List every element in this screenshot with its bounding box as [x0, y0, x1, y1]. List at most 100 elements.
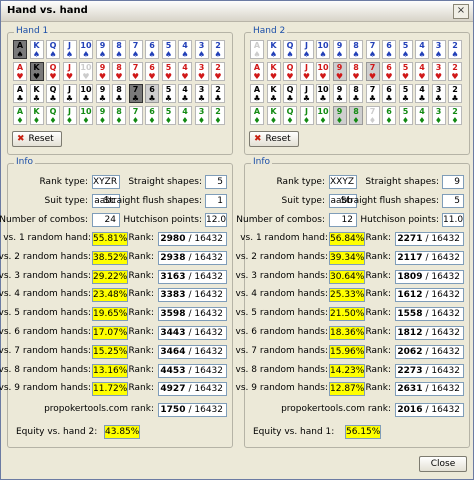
card-toggle[interactable]: 10 ♠: [79, 40, 93, 59]
card-toggle[interactable]: 7 ♥: [365, 62, 380, 81]
card-toggle[interactable]: J ♦: [62, 106, 77, 125]
card-toggle[interactable]: K ♣: [266, 84, 281, 103]
card-toggle[interactable]: 4 ♥: [415, 62, 429, 81]
card-toggle[interactable]: 10 ♣: [79, 84, 93, 103]
card-toggle[interactable]: 10 ♠: [316, 40, 330, 59]
card-toggle[interactable]: 7 ♥: [128, 62, 143, 81]
card-toggle[interactable]: 8 ♥: [112, 62, 126, 81]
card-toggle[interactable]: 9 ♠: [95, 40, 110, 59]
card-toggle[interactable]: 9 ♣: [95, 84, 110, 103]
card-toggle[interactable]: 9 ♠: [332, 40, 347, 59]
hand2-reset-button[interactable]: ✖ Reset: [249, 131, 299, 147]
card-toggle[interactable]: 10 ♣: [316, 84, 330, 103]
card-toggle[interactable]: K ♠: [29, 40, 44, 59]
card-toggle[interactable]: 4 ♣: [415, 84, 429, 103]
card-toggle[interactable]: 9 ♥: [332, 62, 347, 81]
title-bar[interactable]: Hand vs. hand ×: [1, 1, 473, 22]
card-toggle[interactable]: J ♠: [299, 40, 314, 59]
card-toggle[interactable]: J ♥: [62, 62, 77, 81]
card-toggle[interactable]: 5 ♠: [398, 40, 413, 59]
card-toggle[interactable]: 5 ♦: [161, 106, 176, 125]
card-toggle[interactable]: K ♦: [29, 106, 44, 125]
card-toggle[interactable]: 9 ♦: [332, 106, 347, 125]
card-toggle[interactable]: 2 ♣: [448, 84, 462, 103]
card-toggle[interactable]: J ♣: [62, 84, 77, 103]
card-toggle[interactable]: Q ♠: [46, 40, 60, 59]
card-toggle[interactable]: Q ♣: [46, 84, 60, 103]
card-toggle[interactable]: A ♠: [250, 40, 264, 59]
card-toggle[interactable]: 3 ♣: [194, 84, 209, 103]
card-toggle[interactable]: Q ♣: [283, 84, 297, 103]
card-toggle[interactable]: 7 ♦: [365, 106, 380, 125]
card-toggle[interactable]: 8 ♦: [112, 106, 126, 125]
card-toggle[interactable]: 4 ♠: [415, 40, 429, 59]
card-toggle[interactable]: 4 ♥: [178, 62, 192, 81]
card-toggle[interactable]: 4 ♠: [178, 40, 192, 59]
card-toggle[interactable]: 6 ♦: [382, 106, 396, 125]
card-toggle[interactable]: 5 ♥: [161, 62, 176, 81]
card-toggle[interactable]: 6 ♠: [145, 40, 159, 59]
card-toggle[interactable]: 5 ♣: [398, 84, 413, 103]
card-toggle[interactable]: 5 ♥: [398, 62, 413, 81]
card-toggle[interactable]: 6 ♣: [382, 84, 396, 103]
card-toggle[interactable]: A ♠: [13, 40, 27, 59]
card-toggle[interactable]: J ♦: [299, 106, 314, 125]
card-toggle[interactable]: 2 ♣: [211, 84, 225, 103]
card-toggle[interactable]: 10 ♥: [79, 62, 93, 81]
card-toggle[interactable]: 10 ♦: [79, 106, 93, 125]
card-toggle[interactable]: 7 ♦: [128, 106, 143, 125]
card-toggle[interactable]: 2 ♦: [211, 106, 225, 125]
card-toggle[interactable]: A ♦: [250, 106, 264, 125]
card-toggle[interactable]: A ♦: [13, 106, 27, 125]
card-toggle[interactable]: 4 ♦: [178, 106, 192, 125]
window-close-icon[interactable]: ×: [453, 4, 469, 19]
card-toggle[interactable]: 5 ♦: [398, 106, 413, 125]
card-toggle[interactable]: K ♥: [29, 62, 44, 81]
card-toggle[interactable]: 3 ♠: [431, 40, 446, 59]
card-toggle[interactable]: A ♥: [13, 62, 27, 81]
card-toggle[interactable]: A ♣: [13, 84, 27, 103]
card-toggle[interactable]: A ♣: [250, 84, 264, 103]
card-toggle[interactable]: J ♣: [299, 84, 314, 103]
card-toggle[interactable]: Q ♥: [46, 62, 60, 81]
card-toggle[interactable]: 6 ♥: [145, 62, 159, 81]
card-toggle[interactable]: 3 ♥: [194, 62, 209, 81]
card-toggle[interactable]: Q ♦: [46, 106, 60, 125]
card-toggle[interactable]: 8 ♠: [349, 40, 363, 59]
card-toggle[interactable]: 6 ♦: [145, 106, 159, 125]
card-toggle[interactable]: 2 ♥: [211, 62, 225, 81]
card-toggle[interactable]: 10 ♥: [316, 62, 330, 81]
card-toggle[interactable]: 6 ♣: [145, 84, 159, 103]
card-toggle[interactable]: 9 ♣: [332, 84, 347, 103]
card-toggle[interactable]: Q ♠: [283, 40, 297, 59]
card-toggle[interactable]: 10 ♦: [316, 106, 330, 125]
card-toggle[interactable]: 6 ♥: [382, 62, 396, 81]
hand1-reset-button[interactable]: ✖ Reset: [12, 131, 62, 147]
card-toggle[interactable]: 3 ♥: [431, 62, 446, 81]
card-toggle[interactable]: J ♠: [62, 40, 77, 59]
card-toggle[interactable]: 3 ♦: [431, 106, 446, 125]
card-toggle[interactable]: K ♣: [29, 84, 44, 103]
card-toggle[interactable]: 9 ♥: [95, 62, 110, 81]
card-toggle[interactable]: 5 ♠: [161, 40, 176, 59]
card-toggle[interactable]: 2 ♦: [448, 106, 462, 125]
card-toggle[interactable]: 7 ♣: [365, 84, 380, 103]
card-toggle[interactable]: 9 ♦: [95, 106, 110, 125]
card-toggle[interactable]: A ♥: [250, 62, 264, 81]
card-toggle[interactable]: 4 ♦: [415, 106, 429, 125]
close-button[interactable]: Close: [419, 456, 467, 472]
card-toggle[interactable]: 3 ♣: [431, 84, 446, 103]
card-toggle[interactable]: 8 ♣: [112, 84, 126, 103]
card-toggle[interactable]: 7 ♠: [128, 40, 143, 59]
card-toggle[interactable]: 2 ♠: [448, 40, 462, 59]
card-toggle[interactable]: 6 ♠: [382, 40, 396, 59]
card-toggle[interactable]: 8 ♣: [349, 84, 363, 103]
card-toggle[interactable]: 7 ♣: [128, 84, 143, 103]
card-toggle[interactable]: 2 ♠: [211, 40, 225, 59]
card-toggle[interactable]: 8 ♠: [112, 40, 126, 59]
card-toggle[interactable]: 2 ♥: [448, 62, 462, 81]
card-toggle[interactable]: 8 ♥: [349, 62, 363, 81]
card-toggle[interactable]: 3 ♠: [194, 40, 209, 59]
card-toggle[interactable]: 7 ♠: [365, 40, 380, 59]
card-toggle[interactable]: K ♦: [266, 106, 281, 125]
